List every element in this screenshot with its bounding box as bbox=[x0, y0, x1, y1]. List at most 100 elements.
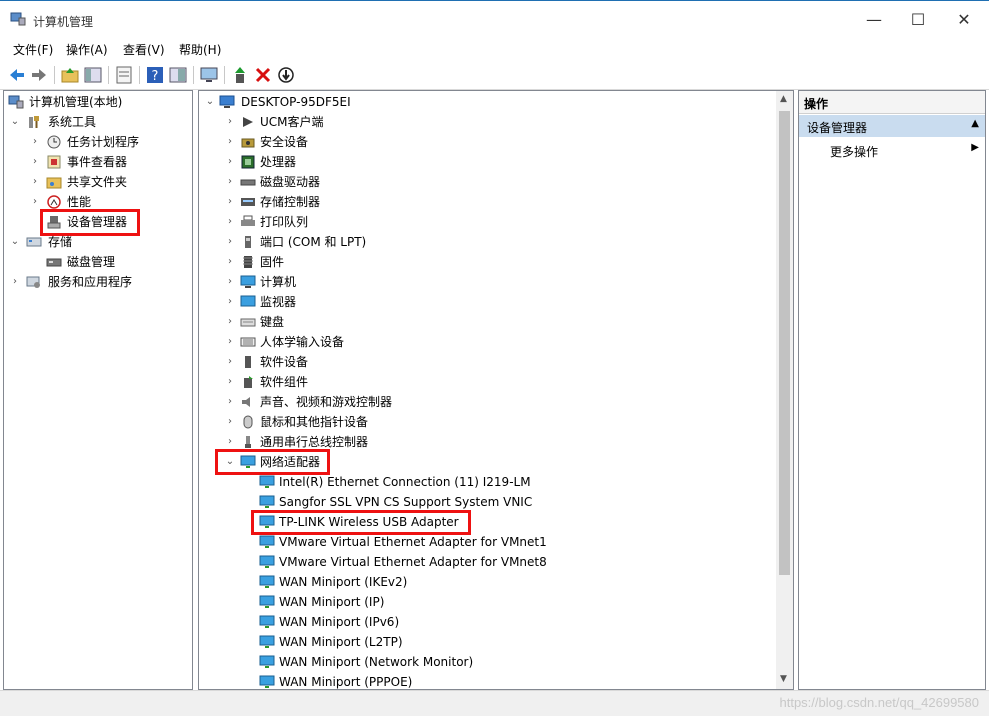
computer-name: DESKTOP-95DF5EI bbox=[241, 95, 351, 109]
category-label: 磁盘驱动器 bbox=[260, 175, 321, 189]
computer-icon bbox=[240, 275, 256, 288]
event-viewer-icon bbox=[47, 155, 61, 169]
help-icon[interactable]: ? bbox=[145, 65, 165, 85]
collapse-up-icon[interactable]: ▲ bbox=[971, 118, 979, 129]
category-label: 鼠标和其他指针设备 bbox=[260, 415, 369, 429]
chevron-right-icon[interactable]: › bbox=[30, 192, 40, 212]
category-label: 软件设备 bbox=[260, 355, 309, 369]
update-driver-icon[interactable] bbox=[230, 65, 250, 85]
chevron-right-icon[interactable]: › bbox=[30, 132, 40, 152]
port-icon bbox=[245, 236, 251, 248]
back-icon[interactable] bbox=[7, 65, 27, 85]
menu-help[interactable]: 帮助(H) bbox=[179, 41, 221, 58]
computer-management-window: 计算机管理 — ☐ ✕ 文件(F) 操作(A) 查看(V) 帮助(H) ? 计算… bbox=[0, 0, 989, 716]
actions-header: 操作 bbox=[799, 91, 985, 114]
help-topics-icon[interactable] bbox=[168, 65, 188, 85]
vertical-scrollbar[interactable]: ▲ ▼ bbox=[776, 91, 793, 689]
network-adapter-icon bbox=[259, 635, 275, 648]
watermark: https://blog.csdn.net/qq_42699580 bbox=[779, 695, 980, 710]
up-folder-icon[interactable] bbox=[60, 65, 80, 85]
chevron-right-icon[interactable]: › bbox=[225, 272, 235, 292]
chevron-right-icon[interactable]: › bbox=[225, 372, 235, 392]
toolbar-separator bbox=[54, 66, 55, 84]
chevron-right-icon[interactable]: ▶ bbox=[971, 142, 979, 153]
chevron-right-icon[interactable]: › bbox=[225, 392, 235, 412]
adapter-label: VMware Virtual Ethernet Adapter for VMne… bbox=[279, 535, 547, 549]
maximize-button[interactable]: ☐ bbox=[895, 5, 941, 35]
console-tree-pane: 计算机管理(本地) ⌄ 系统工具 › 任务计划程序 › 事件查看器 › 共享文件… bbox=[3, 90, 193, 690]
network-adapter-icon bbox=[259, 655, 275, 668]
category-label: 固件 bbox=[260, 255, 285, 269]
adapter-label: WAN Miniport (PPPOE) bbox=[279, 675, 413, 689]
menu-action[interactable]: 操作(A) bbox=[66, 41, 108, 58]
chevron-down-icon[interactable]: ⌄ bbox=[205, 92, 215, 112]
chevron-right-icon[interactable]: › bbox=[30, 172, 40, 192]
scroll-down-icon[interactable]: ▼ bbox=[780, 674, 787, 684]
chevron-right-icon[interactable]: › bbox=[225, 152, 235, 172]
scrollbar-thumb[interactable] bbox=[779, 111, 790, 575]
menu-file[interactable]: 文件(F) bbox=[13, 41, 53, 58]
chevron-right-icon[interactable]: › bbox=[225, 292, 235, 312]
actions-section-device-manager[interactable]: 设备管理器 ▲ bbox=[799, 115, 985, 137]
adapter-label: Intel(R) Ethernet Connection (11) I219-L… bbox=[279, 475, 531, 489]
chevron-down-icon[interactable]: ⌄ bbox=[10, 232, 20, 252]
chevron-right-icon[interactable]: › bbox=[225, 312, 235, 332]
close-button[interactable]: ✕ bbox=[941, 5, 987, 35]
chevron-down-icon[interactable]: ⌄ bbox=[10, 112, 20, 132]
chevron-right-icon[interactable]: › bbox=[225, 172, 235, 192]
monitor-icon[interactable] bbox=[199, 65, 219, 85]
toolbar-separator bbox=[224, 66, 225, 84]
tree-label-storage: 存储 bbox=[48, 235, 73, 249]
network-adapter-icon bbox=[259, 555, 275, 568]
chevron-right-icon[interactable]: › bbox=[10, 272, 20, 292]
chevron-right-icon[interactable]: › bbox=[30, 152, 40, 172]
computer-icon bbox=[219, 95, 235, 108]
adapter-label: WAN Miniport (L2TP) bbox=[279, 635, 403, 649]
menu-bar: 文件(F) 操作(A) 查看(V) 帮助(H) bbox=[0, 38, 989, 60]
processor-icon bbox=[241, 155, 255, 169]
minimize-button[interactable]: — bbox=[851, 5, 897, 35]
category-label: 存储控制器 bbox=[260, 195, 321, 209]
category-label: 计算机 bbox=[260, 275, 297, 289]
chevron-right-icon[interactable]: › bbox=[225, 212, 235, 232]
network-adapter-icon bbox=[259, 615, 275, 628]
chevron-right-icon[interactable]: › bbox=[225, 252, 235, 272]
chevron-right-icon[interactable]: › bbox=[225, 332, 235, 352]
disk-icon bbox=[46, 258, 62, 267]
ucm-client-icon bbox=[243, 117, 253, 127]
adapter-label: WAN Miniport (IPv6) bbox=[279, 615, 400, 629]
chevron-right-icon[interactable]: › bbox=[225, 132, 235, 152]
category-label: UCM客户端 bbox=[260, 115, 324, 129]
adapter-label: WAN Miniport (IKEv2) bbox=[279, 575, 408, 589]
network-adapter-icon bbox=[259, 675, 275, 688]
adapter-label: VMware Virtual Ethernet Adapter for VMne… bbox=[279, 555, 547, 569]
software-device-icon bbox=[245, 356, 251, 368]
more-actions-label: 更多操作 bbox=[830, 145, 879, 159]
category-label: 监视器 bbox=[260, 295, 297, 309]
toolbar-separator bbox=[139, 66, 140, 84]
menu-view[interactable]: 查看(V) bbox=[123, 41, 165, 58]
category-label: 处理器 bbox=[260, 155, 297, 169]
disable-icon[interactable] bbox=[276, 65, 296, 85]
chevron-right-icon[interactable]: › bbox=[225, 192, 235, 212]
disk-drive-icon bbox=[240, 179, 256, 186]
forward-icon[interactable] bbox=[29, 65, 49, 85]
chevron-right-icon[interactable]: › bbox=[225, 232, 235, 252]
title-bar: 计算机管理 — ☐ ✕ bbox=[0, 1, 989, 37]
category-label: 端口 (COM 和 LPT) bbox=[260, 235, 367, 249]
category-label: 声音、视频和游戏控制器 bbox=[260, 395, 393, 409]
chevron-right-icon[interactable]: › bbox=[225, 352, 235, 372]
hid-icon bbox=[240, 337, 256, 347]
window-title: 计算机管理 bbox=[33, 15, 94, 29]
tree-label-system-tools: 系统工具 bbox=[48, 115, 97, 129]
chevron-right-icon[interactable]: › bbox=[225, 112, 235, 132]
scroll-up-icon[interactable]: ▲ bbox=[780, 94, 787, 104]
uninstall-icon[interactable] bbox=[253, 65, 273, 85]
storage-icon bbox=[26, 237, 42, 247]
show-hide-tree-icon[interactable] bbox=[83, 65, 103, 85]
actions-section-label: 设备管理器 bbox=[807, 121, 868, 135]
more-actions-item[interactable]: 更多操作 ▶ bbox=[799, 139, 985, 161]
properties-icon[interactable] bbox=[114, 65, 134, 85]
category-label: 安全设备 bbox=[260, 135, 309, 149]
chevron-right-icon[interactable]: › bbox=[225, 412, 235, 432]
